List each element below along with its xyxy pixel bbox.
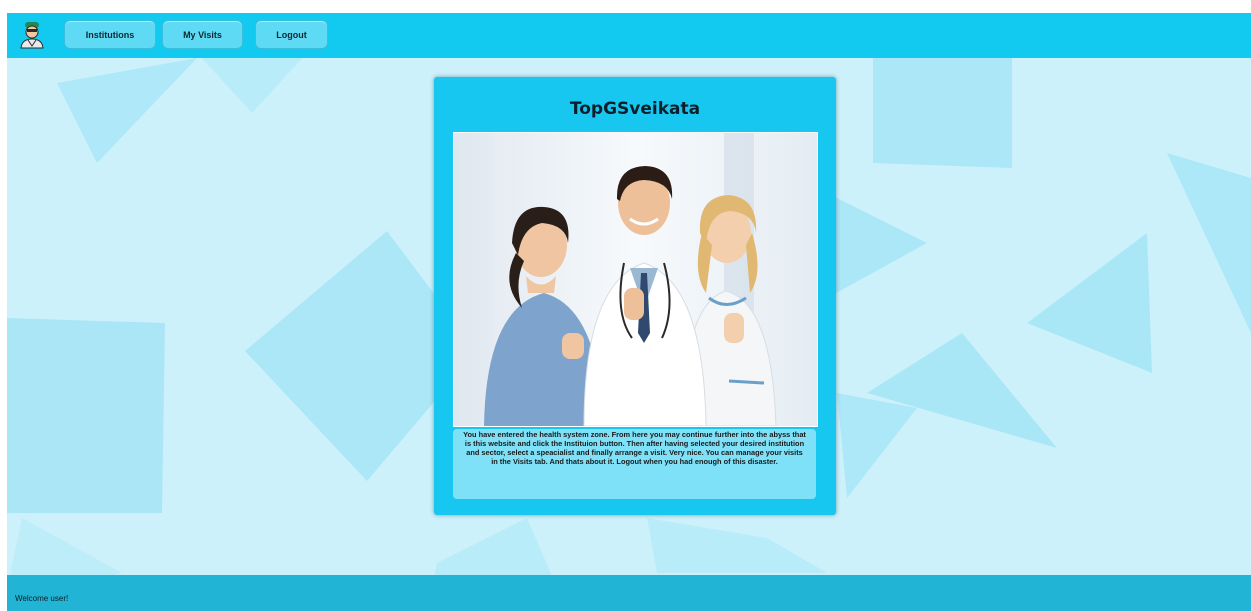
my-visits-button[interactable]: My Visits [162, 20, 243, 49]
welcome-description: You have entered the health system zone.… [453, 429, 816, 499]
logout-button[interactable]: Logout [255, 20, 328, 49]
top-navbar: Institutions My Visits Logout [7, 13, 1251, 58]
welcome-message: Welcome user! [15, 594, 69, 603]
institutions-button[interactable]: Institutions [64, 20, 156, 49]
medical-staff-photo [453, 132, 818, 427]
app-frame: Institutions My Visits Logout TopGSveika… [7, 13, 1251, 611]
footer-bar: Welcome user! [7, 575, 1251, 611]
site-title: TopGSveikata [569, 99, 701, 119]
doctor-avatar-icon[interactable] [19, 21, 45, 49]
welcome-card: TopGSveikata You have entered the health… [434, 77, 836, 515]
